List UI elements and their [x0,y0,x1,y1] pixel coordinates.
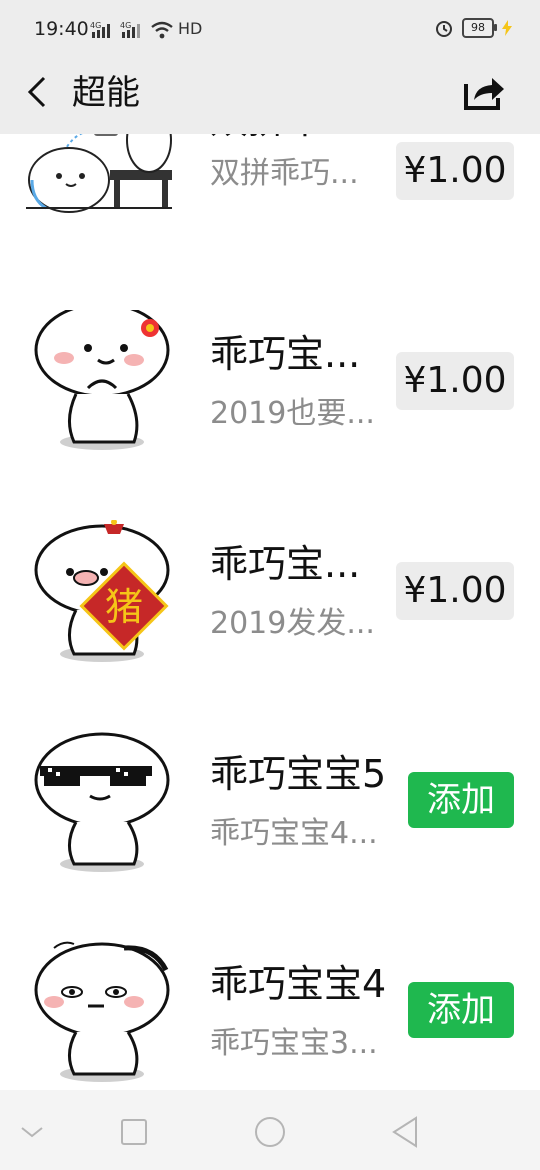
title-bar: 超能 [0,60,540,134]
sticker-thumbnail [34,941,170,1082]
nav-hide-chevron-icon[interactable] [14,1114,50,1150]
item-subtitle: 2019发发... [210,606,375,641]
sticker-thumbnail: 猪 [34,520,170,662]
status-icons-right: 98 [434,18,512,38]
item-subtitle: 双拼乖巧... [210,156,359,191]
item-title: 乖巧宝宝4 [210,962,387,1006]
wifi-icon [151,21,173,39]
price-button[interactable]: ¥1.00 [396,562,514,620]
sticker-thumbnail [34,732,170,872]
svg-text:4G: 4G [90,21,101,30]
fu-character: 猪 [105,585,143,629]
share-icon [464,78,504,110]
list-item[interactable]: 乖巧宝宝5 乖巧宝宝4... 添加 [0,730,540,940]
sticker-list: 双拼乖... 双拼乖巧... ¥1.00 乖巧宝... 2019也要... ¥1… [0,134,540,1090]
status-bar: 19:40 4G 4G HD 98 [0,0,540,60]
add-button[interactable]: 添加 [408,982,514,1038]
list-item[interactable]: 乖巧宝宝4 乖巧宝宝3... 添加 [0,940,540,1090]
svg-text:4G: 4G [120,21,131,30]
nav-back-button[interactable] [388,1114,424,1150]
sticker-thumbnail [34,310,170,450]
sticker-thumbnail [26,134,172,213]
status-icons-left: 4G 4G HD [90,18,202,40]
item-subtitle: 乖巧宝宝4... [210,816,378,851]
item-subtitle: 乖巧宝宝3... [210,1026,378,1061]
back-button[interactable] [20,72,60,112]
alarm-clock-icon [436,21,452,37]
share-button[interactable] [462,72,506,112]
nav-home-button[interactable] [252,1114,288,1150]
item-title: 乖巧宝宝5 [210,752,387,796]
system-nav-bar [0,1090,540,1170]
price-button[interactable]: ¥1.00 [396,352,514,410]
item-title: 乖巧宝... [210,332,361,376]
status-time: 19:40 [34,18,89,40]
battery-indicator: 98 [462,18,497,38]
page-title: 超能 [72,73,140,113]
signal-4g-icon-2: 4G [120,21,140,38]
nav-recents-button[interactable] [116,1114,152,1150]
item-subtitle: 2019也要... [210,396,375,431]
item-title: 双拼乖... [210,134,400,144]
list-item[interactable]: 乖巧宝... 2019也要... ¥1.00 [0,310,540,520]
chevron-left-icon [27,76,46,108]
price-button[interactable]: ¥1.00 [396,142,514,200]
list-item[interactable]: 猪 乖巧宝... 2019发发... ¥1.00 [0,520,540,730]
charging-bolt-icon [502,20,512,36]
item-title: 乖巧宝... [210,542,361,586]
add-button[interactable]: 添加 [408,772,514,828]
signal-4g-icon: 4G [90,21,110,38]
list-item[interactable]: 双拼乖... 双拼乖巧... ¥1.00 [0,134,540,310]
hd-label: HD [178,19,203,38]
